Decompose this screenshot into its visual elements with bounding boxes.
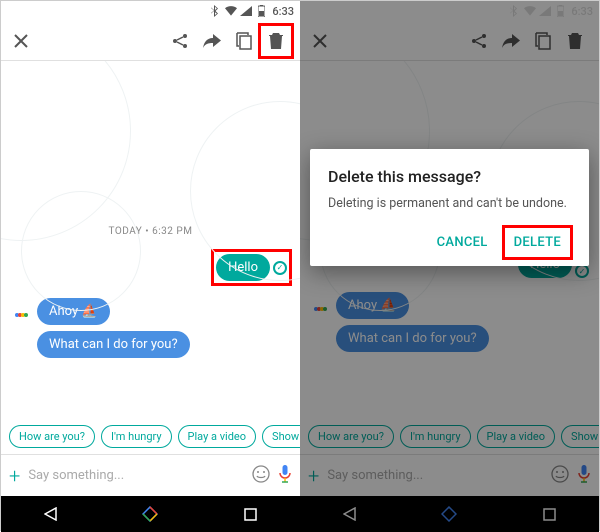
wifi-icon xyxy=(225,5,237,17)
cancel-button[interactable]: CANCEL xyxy=(427,227,498,258)
copy-button[interactable] xyxy=(228,25,260,57)
status-bar: 6:33 xyxy=(1,1,300,21)
confirm-delete-button[interactable]: DELETE xyxy=(504,227,571,258)
suggestion-chip[interactable]: Play a video xyxy=(178,425,256,448)
delete-dialog: Delete this message? Deleting is permane… xyxy=(310,149,589,266)
dialog-title: Delete this message? xyxy=(328,167,571,186)
dialog-body: Deleting is permanent and can't be undon… xyxy=(328,196,571,211)
add-button[interactable]: + xyxy=(9,464,20,488)
message-input[interactable]: Say something... xyxy=(28,468,244,483)
signal-icon xyxy=(240,5,252,17)
recent-nav-button[interactable] xyxy=(240,504,260,524)
suggestion-chip[interactable]: How are you? xyxy=(9,425,95,448)
bluetooth-icon xyxy=(210,5,222,17)
emoji-button[interactable] xyxy=(252,465,270,487)
mic-button[interactable] xyxy=(278,464,292,488)
composer-bar: + Say something... xyxy=(1,454,300,496)
suggestion-chip[interactable]: Show me m xyxy=(262,425,300,448)
share-button[interactable] xyxy=(164,25,196,57)
home-nav-button[interactable] xyxy=(140,504,160,524)
assistant-avatar-icon xyxy=(11,305,31,325)
modal-backdrop[interactable] xyxy=(300,1,599,532)
suggestion-chip[interactable]: I'm hungry xyxy=(101,425,172,448)
delete-button[interactable] xyxy=(260,25,292,57)
chat-screen-right: 6:33 TODAY • 6:32 PM Hello ✓ Ahoy ⛵ xyxy=(300,1,599,532)
action-toolbar xyxy=(1,21,300,61)
message-list: TODAY • 6:32 PM Hello ✓ Ahoy ⛵ What can … xyxy=(1,61,300,419)
clock-text: 6:33 xyxy=(272,5,294,18)
nav-bar xyxy=(1,496,300,532)
back-nav-button[interactable] xyxy=(41,504,61,524)
chat-screen-left: 6:33 TODAY • 6:32 PM Hello ✓ xyxy=(1,1,300,532)
battery-icon xyxy=(255,5,267,17)
close-button[interactable] xyxy=(9,29,33,53)
suggestion-row: How are you? I'm hungry Play a video Sho… xyxy=(1,419,300,454)
forward-button[interactable] xyxy=(196,25,228,57)
assistant-message[interactable]: What can I do for you? xyxy=(37,331,190,358)
